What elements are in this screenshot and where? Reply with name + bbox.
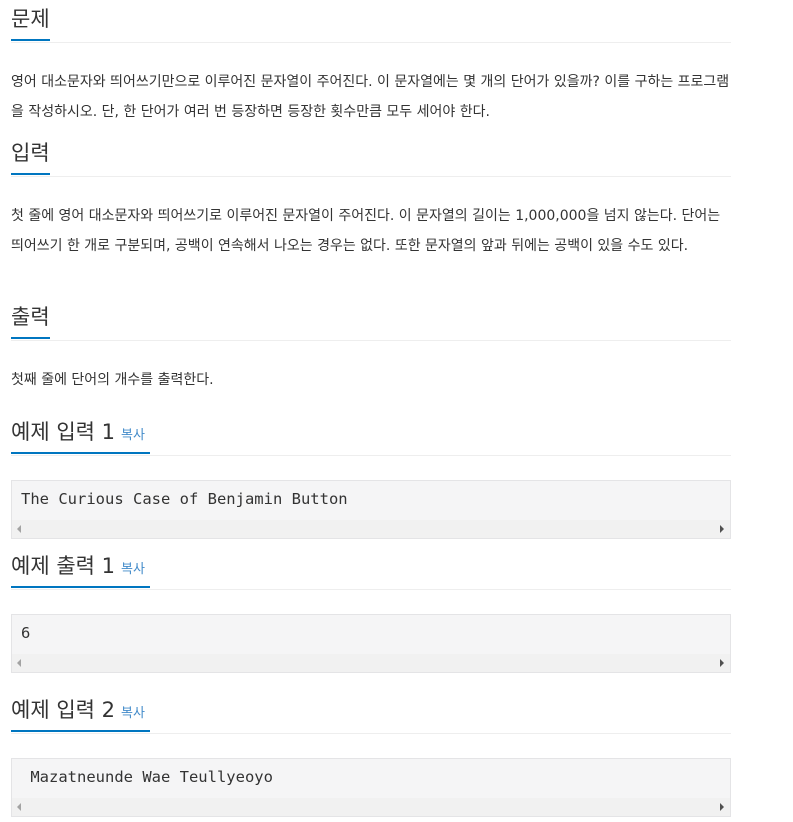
sample-input-2-headline: 예제 입력 2 복사: [11, 691, 731, 734]
arrow-left-icon[interactable]: [17, 525, 21, 533]
sample-input-1-section: 예제 입력 1 복사: [11, 413, 731, 456]
horizontal-scrollbar[interactable]: [12, 654, 730, 672]
sample-output-1-content: 6: [21, 624, 31, 642]
input-title-text: 입력: [11, 141, 50, 165]
sample-input-2-title: 예제 입력 2 복사: [11, 691, 150, 732]
arrow-left-icon[interactable]: [17, 659, 21, 667]
output-title: 출력: [11, 298, 50, 339]
output-description: 첫째 줄에 단어의 개수를 출력한다.: [11, 372, 214, 388]
arrow-right-icon[interactable]: [720, 803, 724, 811]
sample-output-1-box[interactable]: 6: [11, 614, 731, 673]
sample-input-2-box[interactable]: Mazatneunde Wae Teullyeoyo: [11, 758, 731, 817]
sample-input-1-headline: 예제 입력 1 복사: [11, 413, 731, 456]
copy-sample-input-2-link[interactable]: 복사: [121, 706, 145, 721]
sample-output-1-title: 예제 출력 1 복사: [11, 547, 150, 588]
sample-output-1-headline: 예제 출력 1 복사: [11, 547, 731, 590]
sample-input-2-content: Mazatneunde Wae Teullyeoyo: [21, 768, 273, 786]
output-title-text: 출력: [11, 305, 50, 329]
arrow-left-icon[interactable]: [17, 803, 21, 811]
sample-output-1-title-text: 예제 출력 1: [11, 554, 115, 578]
input-description: 첫 줄에 영어 대소문자와 띄어쓰기로 이루어진 문자열이 주어진다. 이 문자…: [11, 208, 721, 254]
sample-input-2-title-text: 예제 입력 2: [11, 698, 115, 722]
output-section: 출력 첫째 줄에 단어의 개수를 출력한다.: [11, 298, 731, 395]
horizontal-scrollbar[interactable]: [12, 798, 730, 816]
sample-input-1-content: The Curious Case of Benjamin Button: [21, 490, 348, 508]
horizontal-scrollbar[interactable]: [12, 520, 730, 538]
sample-input-2-section: 예제 입력 2 복사: [11, 691, 731, 734]
input-headline: 입력: [11, 134, 731, 177]
problem-headline: 문제: [11, 0, 731, 43]
output-headline: 출력: [11, 298, 731, 341]
arrow-right-icon[interactable]: [720, 525, 724, 533]
problem-title: 문제: [11, 0, 50, 41]
copy-sample-input-1-link[interactable]: 복사: [121, 428, 145, 443]
sample-input-1-title: 예제 입력 1 복사: [11, 413, 150, 454]
input-title: 입력: [11, 134, 50, 175]
problem-description: 영어 대소문자와 띄어쓰기만으로 이루어진 문자열이 주어진다. 이 문자열에는…: [11, 74, 730, 120]
sample-output-1-section: 예제 출력 1 복사: [11, 547, 731, 590]
input-section: 입력 첫 줄에 영어 대소문자와 띄어쓰기로 이루어진 문자열이 주어진다. 이…: [11, 134, 731, 261]
sample-input-1-title-text: 예제 입력 1: [11, 420, 115, 444]
problem-title-text: 문제: [11, 7, 50, 31]
problem-section: 문제 영어 대소문자와 띄어쓰기만으로 이루어진 문자열이 주어진다. 이 문자…: [11, 0, 731, 127]
sample-input-1-box[interactable]: The Curious Case of Benjamin Button: [11, 480, 731, 539]
arrow-right-icon[interactable]: [720, 659, 724, 667]
copy-sample-output-1-link[interactable]: 복사: [121, 562, 145, 577]
